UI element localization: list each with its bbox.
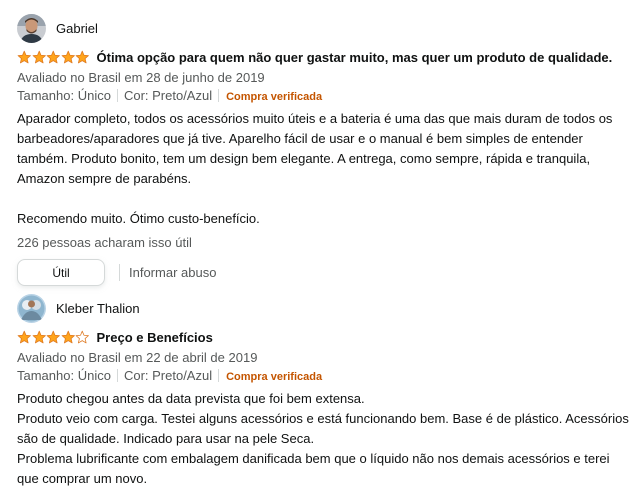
useful-button[interactable]: Útil bbox=[17, 259, 105, 286]
review-actions: Útil Informar abuso bbox=[17, 259, 631, 286]
helpful-count: 226 pessoas acharam isso útil bbox=[17, 235, 192, 250]
review-card: Gabriel Ótima opção para quem não quer g… bbox=[17, 14, 631, 286]
review-paragraph: Produto chegou antes da data prevista qu… bbox=[17, 391, 365, 406]
user-photo-avatar-icon bbox=[17, 14, 46, 43]
star-filled-icon bbox=[32, 50, 46, 64]
reviewer-name: Kleber Thalion bbox=[56, 301, 140, 316]
reviewer-profile[interactable]: Kleber Thalion bbox=[17, 294, 631, 323]
star-rating[interactable] bbox=[17, 50, 90, 64]
reviewer-profile[interactable]: Gabriel bbox=[17, 14, 631, 43]
divider bbox=[116, 89, 118, 102]
star-filled-icon bbox=[17, 50, 31, 64]
review-title[interactable]: Preço e Benefícios bbox=[97, 330, 213, 345]
avatar[interactable] bbox=[17, 294, 46, 323]
user-photo-avatar-icon bbox=[17, 294, 46, 323]
review-body: Aparador completo, todos os acessórios m… bbox=[17, 109, 629, 229]
product-variant: Tamanho: Único Cor: Preto/Azul Compra veri… bbox=[17, 367, 631, 386]
divider bbox=[116, 369, 118, 382]
review-paragraph: Problema lubrificante com embalagem dani… bbox=[17, 451, 610, 486]
verified-purchase-badge: Compra verificada bbox=[226, 91, 323, 103]
report-abuse-link[interactable]: Informar abuso bbox=[129, 265, 216, 280]
star-filled-icon bbox=[75, 50, 89, 64]
avatar[interactable] bbox=[17, 14, 46, 43]
star-empty-icon bbox=[75, 330, 89, 344]
review-card: Kleber Thalion Preço e Benefícios Avalia… bbox=[17, 294, 631, 489]
review-title[interactable]: Ótima opção para quem não quer gastar mu… bbox=[97, 50, 613, 65]
star-filled-icon bbox=[61, 50, 75, 64]
star-filled-icon bbox=[32, 330, 46, 344]
reviewer-name: Gabriel bbox=[56, 21, 98, 36]
star-filled-icon bbox=[46, 330, 60, 344]
review-date: Avaliado no Brasil em 22 de abril de 201… bbox=[17, 350, 258, 365]
divider bbox=[218, 369, 220, 382]
star-filled-icon bbox=[17, 330, 31, 344]
variant-color: Cor: Preto/Azul bbox=[123, 368, 213, 383]
review-body: Produto chegou antes da data prevista qu… bbox=[17, 389, 629, 489]
product-variant: Tamanho: Único Cor: Preto/Azul Compra veri… bbox=[17, 87, 631, 106]
review-date: Avaliado no Brasil em 28 de junho de 201… bbox=[17, 70, 265, 85]
variant-size: Tamanho: Único bbox=[17, 368, 111, 383]
star-filled-icon bbox=[46, 50, 60, 64]
review-paragraph: Recomendo muito. Ótimo custo-benefício. bbox=[17, 211, 260, 226]
divider bbox=[218, 89, 220, 102]
review-paragraph: Aparador completo, todos os acessórios m… bbox=[17, 111, 613, 186]
divider bbox=[119, 264, 120, 281]
review-paragraph: Produto veio com carga. Testei alguns ac… bbox=[17, 411, 629, 446]
variant-color: Cor: Preto/Azul bbox=[123, 88, 213, 103]
variant-size: Tamanho: Único bbox=[17, 88, 111, 103]
verified-purchase-badge: Compra verificada bbox=[226, 371, 323, 383]
star-rating[interactable] bbox=[17, 330, 90, 344]
star-filled-icon bbox=[61, 330, 75, 344]
